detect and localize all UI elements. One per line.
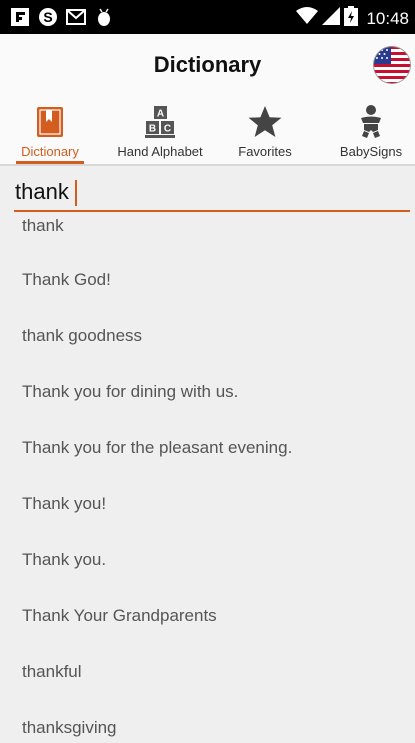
flipboard-icon [10, 7, 30, 27]
tab-babysigns[interactable]: BabySigns [330, 98, 412, 164]
text-cursor [75, 180, 77, 206]
tab-babysigns-label: BabySigns [339, 144, 403, 159]
tab-dictionary-label: Dictionary [21, 144, 79, 159]
svg-text:S: S [43, 9, 52, 25]
language-button[interactable] [373, 46, 411, 84]
search-field[interactable] [14, 174, 411, 212]
results-list[interactable]: thank Thank God! thank goodness Thank yo… [0, 212, 415, 743]
list-item[interactable]: Thank Your Grandparents [22, 606, 217, 626]
tab-hand-alphabet[interactable]: A B C Hand Alphabet [108, 98, 212, 164]
list-item[interactable]: thankful [22, 662, 82, 682]
battery-charging-icon [344, 6, 359, 31]
svg-text:B: B [149, 124, 156, 135]
list-item[interactable]: Thank you. [22, 550, 106, 570]
android-debug-icon [94, 7, 114, 27]
svg-text:A: A [157, 109, 164, 120]
star-icon [247, 104, 283, 140]
wifi-icon [296, 7, 319, 30]
status-bar: S 10:48 [0, 0, 415, 34]
skype-icon: S [38, 7, 58, 27]
tab-hand-alphabet-label: Hand Alphabet [117, 144, 203, 159]
us-flag-icon [373, 46, 411, 84]
baby-icon [353, 104, 389, 140]
abc-blocks-icon: A B C [142, 104, 178, 140]
svg-text:C: C [164, 124, 171, 135]
tab-favorites[interactable]: Favorites [228, 98, 302, 164]
bookmark-book-icon [32, 104, 68, 140]
list-item[interactable]: Thank you for dining with us. [22, 382, 238, 402]
list-item[interactable]: Thank you! [22, 494, 106, 514]
tab-bar: Dictionary A B C Hand Alphabet Favorites [0, 98, 415, 166]
tab-favorites-label: Favorites [238, 144, 292, 159]
gmail-icon [66, 7, 86, 27]
signal-icon [322, 7, 341, 30]
list-item[interactable]: thank [22, 216, 64, 236]
list-item[interactable]: thanksgiving [22, 718, 117, 738]
title-bar: Dictionary [0, 34, 415, 98]
list-item[interactable]: Thank you for the pleasant evening. [22, 438, 292, 458]
list-item[interactable]: thank goodness [22, 326, 142, 346]
page-title: Dictionary [153, 52, 262, 77]
list-item[interactable]: Thank God! [22, 270, 111, 290]
search-input[interactable] [14, 174, 411, 210]
clock: 10:48 [366, 8, 409, 28]
tab-dictionary[interactable]: Dictionary [10, 98, 90, 164]
